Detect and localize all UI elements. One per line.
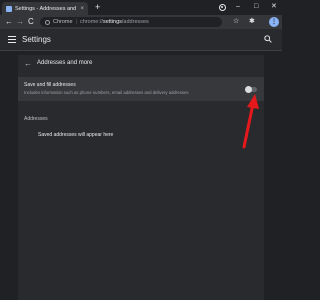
new-tab-button[interactable]: + — [95, 3, 100, 12]
omnibox-chip: Chrome — [53, 19, 73, 25]
page-title: Settings — [22, 35, 51, 44]
back-button[interactable]: ← — [5, 17, 13, 27]
addresses-section-label: Addresses — [24, 116, 48, 122]
addresses-card: ← Addresses and more Save and fill addre… — [18, 55, 264, 300]
settings-main: ← Addresses and more Save and fill addre… — [0, 51, 282, 300]
save-addresses-description: Includes information such as phone numbe… — [24, 90, 189, 95]
hamburger-menu-icon[interactable] — [8, 36, 16, 43]
media-record-icon[interactable] — [219, 4, 226, 11]
bookmark-star-icon[interactable]: ☆ — [233, 17, 239, 27]
maximize-button[interactable]: □ — [254, 2, 258, 11]
subpage-header: ← Addresses and more — [18, 55, 264, 73]
settings-header: Settings — [0, 29, 282, 51]
subpage-title: Addresses and more — [37, 60, 93, 66]
close-window-button[interactable]: ✕ — [271, 2, 277, 11]
toggle-knob — [245, 85, 252, 93]
extensions-icon[interactable]: ✱ — [249, 17, 255, 27]
browser-toolbar: ← → C Chrome | chrome:// settings /addre… — [0, 15, 282, 29]
minimize-button[interactable]: – — [236, 2, 240, 11]
settings-favicon-icon — [6, 5, 12, 12]
search-icon[interactable] — [264, 35, 272, 43]
url-path: /addresses — [121, 19, 149, 25]
menu-button[interactable]: ⋮ — [269, 17, 279, 27]
tab-settings[interactable]: Settings - Addresses and more × — [2, 2, 88, 15]
empty-addresses-message: Saved addresses will appear here — [38, 132, 114, 138]
site-info-icon[interactable] — [45, 19, 50, 25]
save-addresses-toggle[interactable] — [245, 85, 257, 93]
tab-title: Settings - Addresses and more — [15, 5, 78, 12]
url-host: settings — [102, 19, 122, 25]
url-scheme: chrome:// — [80, 19, 103, 25]
more-vert-icon: ⋮ — [271, 19, 277, 25]
forward-button[interactable]: → — [16, 17, 24, 27]
back-arrow-icon[interactable]: ← — [24, 59, 32, 69]
tab-close-icon[interactable]: × — [80, 6, 84, 12]
tab-strip: Settings - Addresses and more × + – □ ✕ — [0, 0, 282, 15]
reload-button[interactable]: C — [28, 17, 34, 27]
omnibox-separator: | — [75, 19, 77, 25]
save-addresses-row[interactable]: Save and fill addresses Includes informa… — [18, 77, 264, 101]
address-bar[interactable]: Chrome | chrome:// settings /addresses — [40, 17, 222, 27]
save-addresses-label: Save and fill addresses — [24, 82, 76, 88]
